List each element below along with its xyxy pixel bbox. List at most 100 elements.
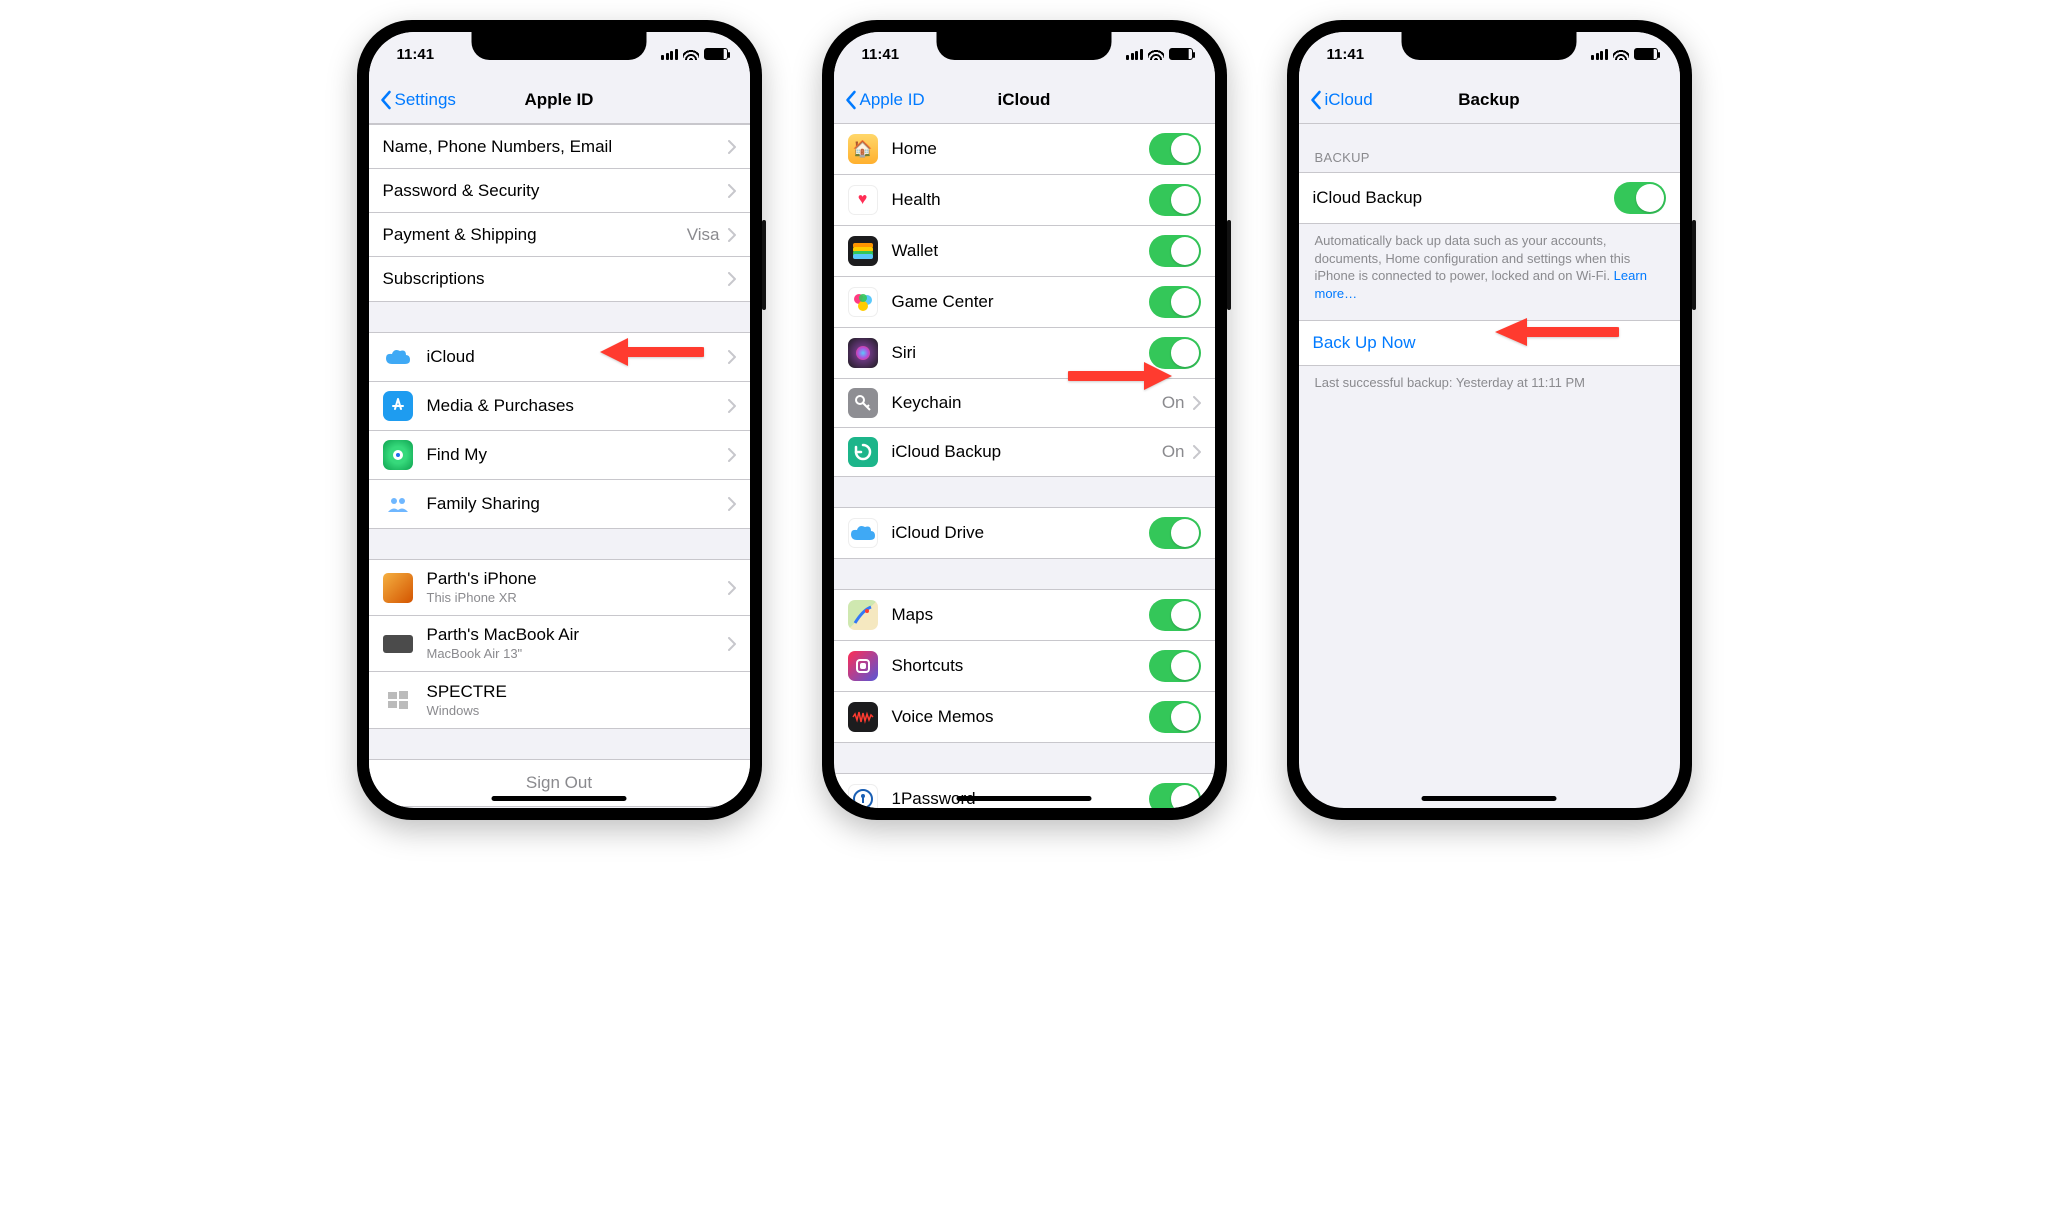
row-detail: On <box>1162 442 1185 462</box>
row-detail: Visa <box>687 225 720 245</box>
content-scroll[interactable]: 🏠 Home ♥ Health Wallet <box>834 124 1215 808</box>
toggle[interactable] <box>1149 235 1201 267</box>
content-scroll[interactable]: BACKUP iCloud Backup Automatically back … <box>1299 124 1680 808</box>
chevron-right-icon <box>728 346 736 368</box>
home-indicator[interactable] <box>492 796 627 801</box>
battery-icon <box>1169 48 1193 60</box>
row-icloud-backup[interactable]: iCloud Backup On <box>834 428 1215 476</box>
toggle[interactable] <box>1149 517 1201 549</box>
chevron-left-icon <box>1309 90 1322 110</box>
status-time: 11:41 <box>1327 46 1365 63</box>
nav-bar: iCloud Backup <box>1299 76 1680 124</box>
back-button[interactable]: Apple ID <box>834 90 925 110</box>
toggle[interactable] <box>1149 599 1201 631</box>
device-macbook[interactable]: Parth's MacBook Air MacBook Air 13" <box>369 616 750 672</box>
chevron-right-icon <box>728 493 736 515</box>
row-shortcuts[interactable]: Shortcuts <box>834 641 1215 692</box>
toggle[interactable] <box>1149 701 1201 733</box>
desc-body: Automatically back up data such as your … <box>1315 233 1631 283</box>
notch <box>1402 32 1577 60</box>
row-label: Find My <box>427 445 728 465</box>
back-button[interactable]: Settings <box>369 90 456 110</box>
chevron-right-icon <box>728 268 736 290</box>
row-media-purchases[interactable]: Media & Purchases <box>369 382 750 431</box>
chevron-right-icon <box>1193 392 1201 414</box>
wallet-icon <box>848 236 878 266</box>
device-name: SPECTRE <box>427 682 507 702</box>
status-time: 11:41 <box>397 46 435 63</box>
toggle[interactable] <box>1149 133 1201 165</box>
back-label: iCloud <box>1325 90 1373 110</box>
row-maps[interactable]: Maps <box>834 590 1215 641</box>
wifi-icon <box>1613 48 1629 60</box>
battery-icon <box>1634 48 1658 60</box>
content-scroll[interactable]: Name, Phone Numbers, Email Password & Se… <box>369 124 750 808</box>
back-label: Apple ID <box>860 90 925 110</box>
gamecenter-icon <box>848 287 878 317</box>
row-label: Health <box>892 190 1149 210</box>
row-icloud-drive[interactable]: iCloud Drive <box>834 508 1215 558</box>
row-home[interactable]: 🏠 Home <box>834 124 1215 175</box>
row-label: Shortcuts <box>892 656 1149 676</box>
status-indicators <box>1126 48 1193 60</box>
row-label: Siri <box>892 343 1149 363</box>
row-wallet[interactable]: Wallet <box>834 226 1215 277</box>
status-indicators <box>1591 48 1658 60</box>
home-indicator[interactable] <box>1422 796 1557 801</box>
back-button[interactable]: iCloud <box>1299 90 1373 110</box>
toggle[interactable] <box>1149 184 1201 216</box>
device-iphone[interactable]: Parth's iPhone This iPhone XR <box>369 560 750 616</box>
row-siri[interactable]: Siri <box>834 328 1215 379</box>
row-password-security[interactable]: Password & Security <box>369 169 750 213</box>
phone-apple-id: 11:41 Settings Apple ID Name, Phone Numb… <box>357 20 762 820</box>
findmy-icon <box>383 440 413 470</box>
toggle[interactable] <box>1149 337 1201 369</box>
row-icloud[interactable]: iCloud <box>369 333 750 382</box>
device-sub: This iPhone XR <box>427 590 537 606</box>
shortcuts-icon <box>848 651 878 681</box>
siri-icon <box>848 338 878 368</box>
chevron-left-icon <box>844 90 857 110</box>
backup-description: Automatically back up data such as your … <box>1299 224 1680 310</box>
row-game-center[interactable]: Game Center <box>834 277 1215 328</box>
toggle[interactable] <box>1614 182 1666 214</box>
icloud-drive-icon <box>848 518 878 548</box>
toggle[interactable] <box>1149 286 1201 318</box>
row-name-phone-email[interactable]: Name, Phone Numbers, Email <box>369 125 750 169</box>
device-name: Parth's iPhone <box>427 569 537 589</box>
toggle[interactable] <box>1149 650 1201 682</box>
row-label: Media & Purchases <box>427 396 728 416</box>
last-backup-text: Last successful backup: Yesterday at 11:… <box>1299 366 1680 400</box>
device-windows[interactable]: SPECTRE Windows <box>369 672 750 728</box>
home-indicator[interactable] <box>957 796 1092 801</box>
row-payment-shipping[interactable]: Payment & Shipping Visa <box>369 213 750 257</box>
row-find-my[interactable]: Find My <box>369 431 750 480</box>
row-1password[interactable]: 1Password <box>834 774 1215 808</box>
device-sub: MacBook Air 13" <box>427 646 580 662</box>
back-up-now-button[interactable]: Back Up Now <box>1299 321 1680 365</box>
row-health[interactable]: ♥ Health <box>834 175 1215 226</box>
row-subscriptions[interactable]: Subscriptions <box>369 257 750 301</box>
cellular-icon <box>1591 49 1608 60</box>
windows-icon <box>383 685 413 715</box>
row-label: Wallet <box>892 241 1149 261</box>
backup-icon <box>848 437 878 467</box>
row-label: Maps <box>892 605 1149 625</box>
row-label: Home <box>892 139 1149 159</box>
iphone-icon <box>383 573 413 603</box>
row-label: Subscriptions <box>383 269 728 289</box>
back-label: Settings <box>395 90 456 110</box>
status-time: 11:41 <box>862 46 900 63</box>
row-label: Name, Phone Numbers, Email <box>383 137 728 157</box>
row-voice-memos[interactable]: Voice Memos <box>834 692 1215 742</box>
home-icon: 🏠 <box>848 134 878 164</box>
row-label: Family Sharing <box>427 494 728 514</box>
row-family-sharing[interactable]: Family Sharing <box>369 480 750 528</box>
row-keychain[interactable]: Keychain On <box>834 379 1215 428</box>
maps-icon <box>848 600 878 630</box>
appstore-icon <box>383 391 413 421</box>
chevron-right-icon <box>728 224 736 246</box>
row-icloud-backup-toggle[interactable]: iCloud Backup <box>1299 173 1680 223</box>
voicememos-icon <box>848 702 878 732</box>
toggle[interactable] <box>1149 783 1201 808</box>
